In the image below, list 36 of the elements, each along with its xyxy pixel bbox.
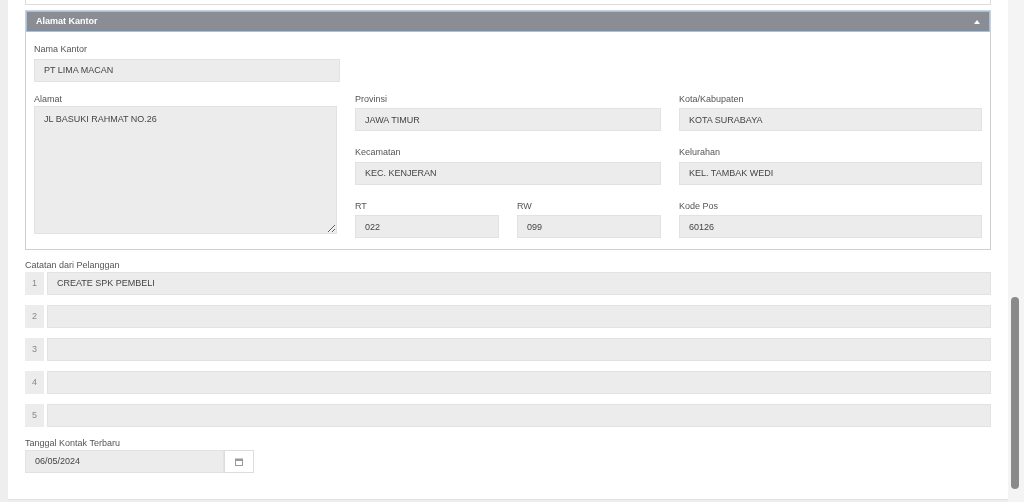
- note-field[interactable]: CREATE SPK PEMBELI: [47, 272, 991, 295]
- text-field[interactable]: PT LIMA MACAN: [34, 58, 340, 82]
- row-number: 2: [25, 305, 44, 328]
- field-label: RW: [517, 200, 533, 212]
- field-label: Provinsi: [355, 93, 388, 105]
- text-field[interactable]: KEC. KENJERAN: [355, 161, 661, 185]
- field-label: Kota/Kabupaten: [679, 93, 745, 105]
- row-number: 5: [25, 404, 44, 427]
- field-label: Tanggal Kontak Terbaru: [25, 438, 121, 449]
- calendar-button[interactable]: [224, 450, 254, 473]
- calendar-icon: [235, 457, 243, 466]
- text-field[interactable]: KOTA SURABAYA: [679, 108, 982, 131]
- row-number: 3: [25, 338, 44, 361]
- field-label: Kode Pos: [679, 200, 720, 212]
- field-label: Kecamatan: [355, 147, 402, 158]
- note-field[interactable]: [47, 305, 991, 328]
- address-field[interactable]: JL BASUKI RAHMAT NO.26: [34, 105, 337, 234]
- field-label: Nama Kantor: [34, 44, 89, 55]
- text-field[interactable]: 099: [517, 215, 661, 238]
- text-field[interactable]: 60126: [679, 215, 982, 238]
- caret-up-icon: [974, 19, 980, 24]
- row-number: 4: [25, 371, 44, 394]
- note-field[interactable]: [47, 338, 991, 361]
- text-field[interactable]: KEL. TAMBAK WEDI: [679, 161, 982, 185]
- text-field[interactable]: 022: [355, 215, 499, 238]
- row-number: 1: [25, 272, 44, 295]
- field-label: RT: [355, 200, 368, 212]
- field-label: Alamat: [34, 93, 63, 105]
- field-label: Catatan dari Pelanggan: [25, 260, 121, 271]
- field-label: Kelurahan: [679, 147, 722, 158]
- panel-title: Alamat Kantor: [36, 14, 98, 28]
- scrollbar-thumb[interactable]: [1011, 297, 1019, 489]
- date-field[interactable]: 06/05/2024: [25, 450, 224, 473]
- text-field[interactable]: JAWA TIMUR: [355, 108, 661, 131]
- note-field[interactable]: [47, 404, 991, 427]
- note-field[interactable]: [47, 371, 991, 394]
